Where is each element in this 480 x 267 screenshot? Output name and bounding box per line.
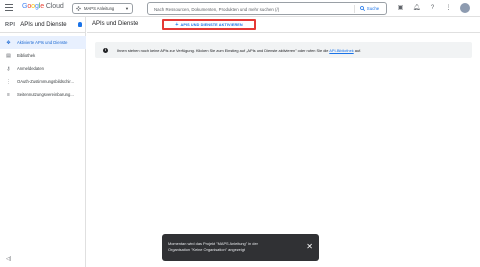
google-cloud-logo[interactable]: Google Cloud xyxy=(22,3,64,10)
sidebar-title: APIs und Dienste xyxy=(20,21,67,28)
logo-product: Cloud xyxy=(45,3,64,10)
page-header: APIs und Dienste + APIS UND DIENSTE AKTI… xyxy=(87,17,480,33)
sidebar-nav: ✥ Aktivierte APIs und Dienste ▤ Biblioth… xyxy=(0,36,86,101)
search-button[interactable]: Suche xyxy=(354,4,384,13)
top-bar: Google Cloud MAPS Anleitung ▼ Nach Resso… xyxy=(0,0,480,17)
enable-apis-button[interactable]: + APIS UND DIENSTE AKTIVIEREN xyxy=(162,19,256,30)
api-library-link[interactable]: API-Bibliothek xyxy=(329,48,353,53)
library-icon: ▤ xyxy=(6,52,11,59)
page-title: APIs und Dienste xyxy=(92,21,139,27)
snackbar-line-2: Organisation "Keine Organisation" angeze… xyxy=(168,247,245,252)
sidebar-item-label: Bibliothek xyxy=(17,53,36,58)
sidebar-item-oauth-consent[interactable]: ⋮ OAuth-Zustimmungsbildschir... xyxy=(0,75,86,88)
sidebar-item-label: Anmeldedaten xyxy=(17,66,45,71)
top-actions: ▣ 🔔︎ ? ⋮ xyxy=(396,3,470,13)
info-suffix: auf. xyxy=(354,47,362,53)
sidebar-header: RPI APIs und Dienste xyxy=(0,17,86,33)
snackbar: Momentan wird das Projekt "MAPS Anleitun… xyxy=(162,234,319,261)
avatar[interactable] xyxy=(460,3,470,13)
sidebar-item-page-usage[interactable]: ≡ Seitennutzungsvereinbarung... xyxy=(0,88,86,101)
chevron-down-icon: ▼ xyxy=(125,6,129,11)
api-badge-icon: RPI xyxy=(5,21,16,28)
info-text: Ihnen stehen noch keine APIs zur Verfügu… xyxy=(117,48,361,53)
apps-icon: ✥ xyxy=(6,39,11,46)
search-button-label: Suche xyxy=(366,6,380,11)
info-icon: i xyxy=(103,47,108,53)
enable-apis-label: APIS UND DIENSTE AKTIVIEREN xyxy=(180,22,243,27)
sidebar-item-enabled-apis[interactable]: ✥ Aktivierte APIs und Dienste xyxy=(0,36,86,49)
info-banner: i Ihnen stehen noch keine APIs zur Verfü… xyxy=(95,42,472,58)
key-icon: ⚷ xyxy=(6,65,11,72)
sidebar-item-label: Aktivierte APIs und Dienste xyxy=(17,40,68,45)
info-message: Ihnen stehen noch keine APIs zur Verfügu… xyxy=(117,47,329,53)
project-selector[interactable]: MAPS Anleitung ▼ xyxy=(72,3,133,14)
pin-icon[interactable] xyxy=(78,22,82,27)
project-name: MAPS Anleitung xyxy=(84,6,115,11)
project-icon xyxy=(76,6,81,11)
collapse-sidebar-icon[interactable]: ◁| xyxy=(6,256,11,262)
settings-list-icon: ≡ xyxy=(7,91,10,98)
sidebar-item-library[interactable]: ▤ Bibliothek xyxy=(0,49,86,62)
sidebar: RPI APIs und Dienste ✥ Aktivierte APIs u… xyxy=(0,17,86,267)
notifications-icon[interactable]: 🔔︎ xyxy=(412,3,421,12)
sidebar-item-label: OAuth-Zustimmungsbildschir... xyxy=(17,79,75,84)
cloud-shell-icon[interactable]: ▣ xyxy=(396,3,405,12)
plus-icon: + xyxy=(175,21,179,28)
search-input[interactable]: Nach Ressourcen, Dokumenten, Produkten u… xyxy=(154,7,279,12)
close-icon[interactable]: ✕ xyxy=(306,243,313,251)
search-icon xyxy=(359,6,365,11)
more-vert-icon[interactable]: ⋮ xyxy=(444,3,453,12)
menu-icon[interactable] xyxy=(5,4,13,12)
sidebar-item-credentials[interactable]: ⚷ Anmeldedaten xyxy=(0,62,86,75)
consent-icon: ⋮ xyxy=(6,78,11,85)
help-icon[interactable]: ? xyxy=(428,3,437,12)
sidebar-item-label: Seitennutzungsvereinbarung... xyxy=(17,92,74,97)
search-bar[interactable]: Nach Ressourcen, Dokumenten, Produkten u… xyxy=(147,2,387,15)
